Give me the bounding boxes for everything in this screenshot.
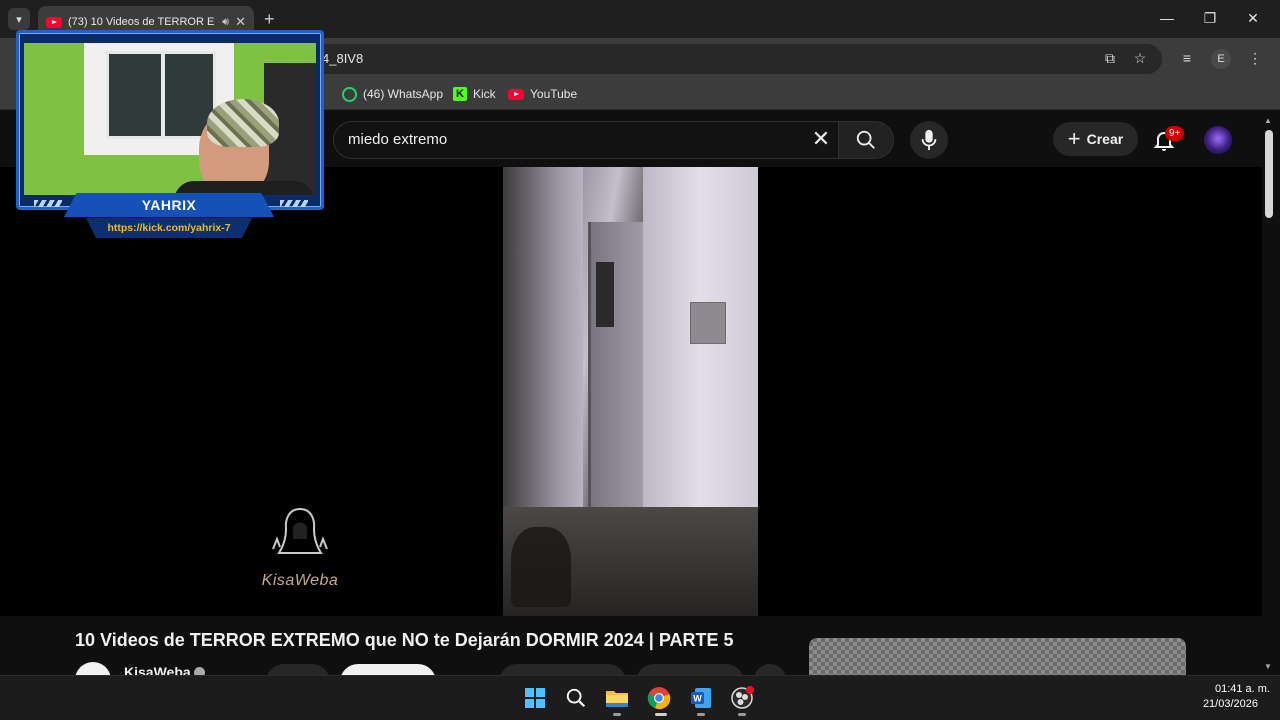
bookmark-label: YouTube (530, 87, 578, 101)
running-indicator (738, 713, 746, 716)
bookmark-youtube[interactable]: YouTube (508, 85, 577, 103)
close-window-button[interactable]: ✕ (1243, 8, 1263, 28)
chrome-icon[interactable] (645, 684, 673, 712)
webcam-feed (24, 43, 316, 195)
channel-watermark: KisaWeba (250, 505, 350, 590)
video-title: 10 Videos de TERROR EXTREMO que NO te De… (75, 630, 734, 650)
bookmark-label: Kick (473, 87, 496, 101)
obs-icon[interactable] (728, 684, 756, 712)
kick-icon: K (453, 87, 467, 101)
video-frame[interactable] (503, 167, 758, 616)
overlay-decoration (34, 200, 62, 207)
bookmark-star-icon[interactable]: ☆ (1130, 48, 1150, 68)
svg-text:W: W (693, 694, 702, 704)
scroll-down-arrow-icon[interactable]: ▼ (1264, 662, 1272, 671)
create-button[interactable]: + Crear (1053, 122, 1138, 156)
windows-taskbar (0, 675, 1280, 720)
account-avatar[interactable] (1204, 126, 1232, 154)
notification-count-badge: 9+ (1165, 126, 1185, 141)
search-button[interactable] (838, 121, 894, 159)
install-app-icon[interactable]: ⧉ (1100, 48, 1120, 68)
clock-date[interactable]: 21/03/2026 (1190, 698, 1258, 710)
clock-time[interactable]: 01:41 a. m. (1190, 683, 1270, 695)
youtube-icon (508, 88, 524, 100)
streamer-name: YAHRIX (64, 193, 274, 217)
youtube-favicon-icon (46, 16, 62, 28)
bookmark-label: (46) WhatsApp (363, 87, 444, 101)
running-indicator (613, 713, 621, 716)
new-tab-button[interactable]: + (264, 9, 275, 30)
browser-menu-icon[interactable]: ⋮ (1245, 48, 1265, 68)
streamer-url: https://kick.com/yahrix-7 (86, 218, 252, 238)
windows-start-icon[interactable] (521, 684, 549, 712)
whatsapp-icon (342, 86, 357, 102)
word-icon[interactable]: W (687, 684, 715, 712)
voice-search-button[interactable] (910, 121, 948, 159)
plus-icon: + (1067, 126, 1081, 151)
bookmark-kick[interactable]: K Kick (453, 85, 496, 103)
search-query-text: miedo extremo (348, 131, 448, 148)
tab-close-icon[interactable]: ✕ (235, 14, 246, 30)
clear-search-icon[interactable]: ✕ (808, 126, 834, 152)
scroll-up-arrow-icon[interactable]: ▲ (1264, 116, 1272, 125)
search-icon[interactable] (562, 684, 590, 712)
scrollbar-thumb[interactable] (1265, 130, 1273, 218)
restore-button[interactable]: ❐ (1200, 8, 1220, 28)
tab-audio-icon[interactable]: 🔊︎ (222, 16, 229, 29)
watermark-text: KisaWeba (261, 572, 339, 589)
tab-title: (73) 10 Videos de TERROR E (68, 16, 215, 28)
address-bar[interactable] (310, 44, 1162, 74)
bookmark-whatsapp[interactable]: (46) WhatsApp (342, 85, 443, 103)
file-explorer-icon[interactable] (603, 684, 631, 712)
minimize-button[interactable]: — (1157, 8, 1177, 28)
create-label: Crear (1086, 131, 1124, 147)
microphone-icon (921, 129, 937, 151)
profile-avatar[interactable]: E (1211, 49, 1231, 69)
hooded-figure-logo-icon (272, 507, 328, 554)
reading-list-icon[interactable]: ≡ (1177, 48, 1197, 68)
overlay-decoration (280, 200, 308, 207)
active-indicator (655, 713, 667, 716)
search-icon (856, 130, 875, 149)
running-indicator (697, 713, 705, 716)
address-bar-url: 4_8IV8 (322, 51, 364, 66)
tab-search-button[interactable]: ▾ (8, 8, 30, 30)
